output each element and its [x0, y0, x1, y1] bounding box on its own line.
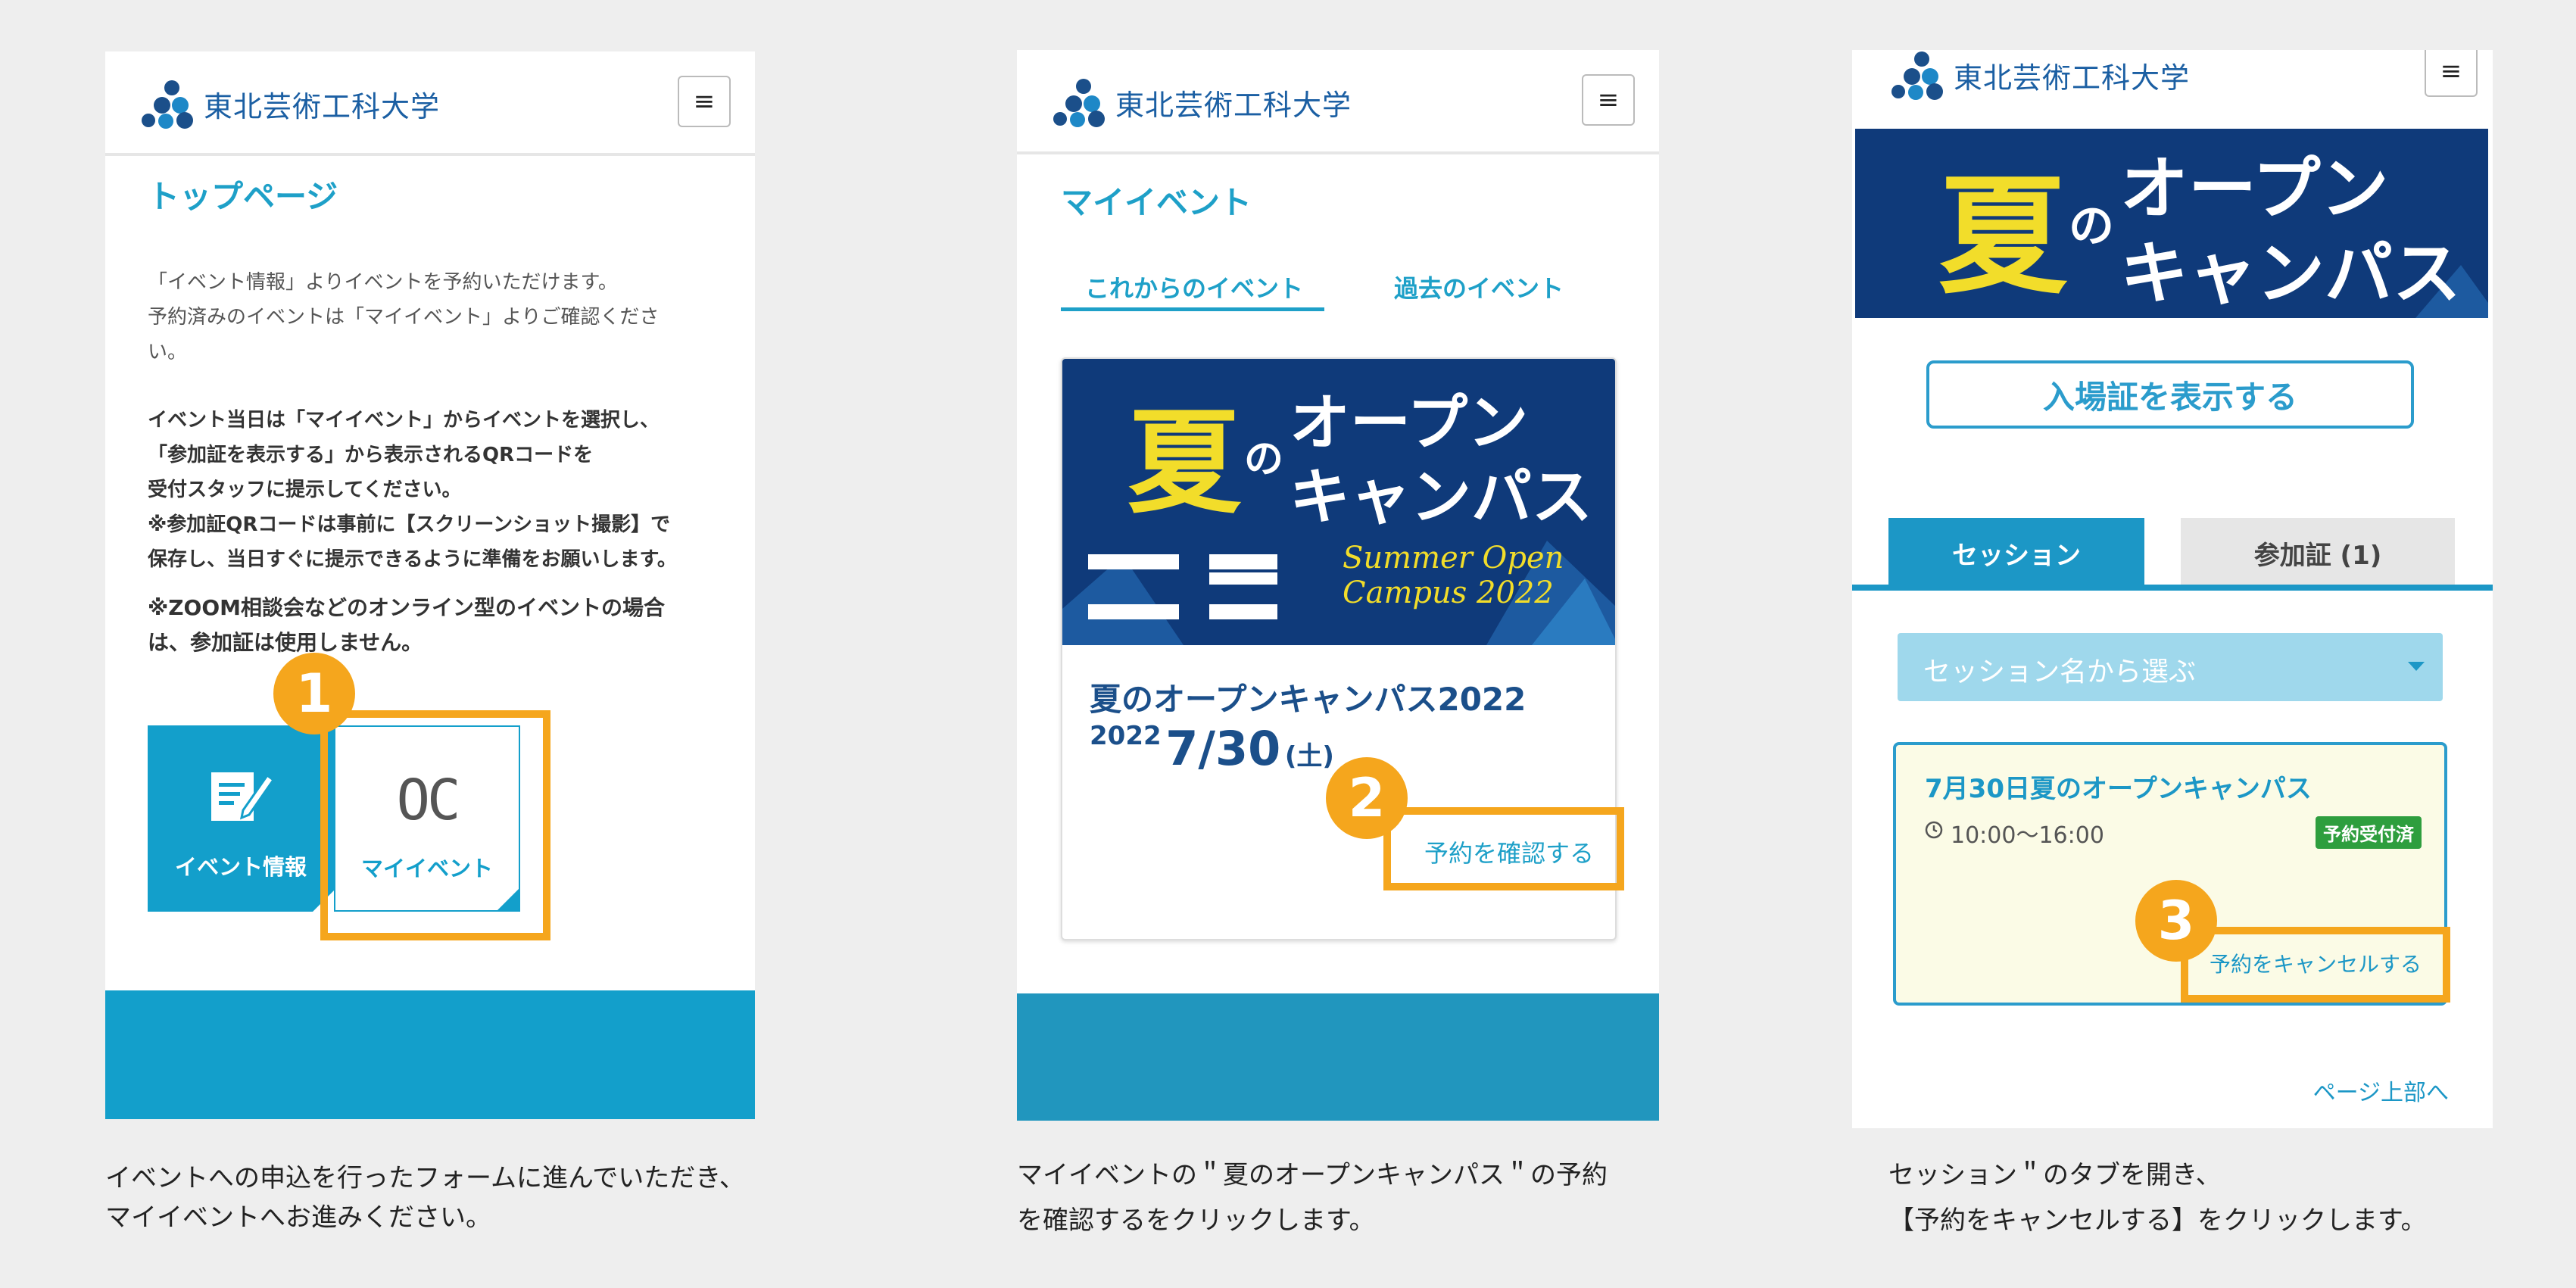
caption-step2: マイイベントの＂夏のオープンキャンパス＂の予約 を確認するをクリックします。 [1017, 1160, 1608, 1236]
step2-badge: 2 [1326, 757, 1408, 839]
tab-session[interactable]: セッション [1888, 518, 2144, 588]
page-title: マイイベント [1061, 184, 1252, 221]
back-to-top-link[interactable]: ページ上部へ [2313, 1074, 2449, 1107]
banner-big-char: 夏 [1938, 162, 2068, 312]
active-tab-underline [1061, 307, 1324, 311]
hamburger-menu-button[interactable]: ≡ [2425, 50, 2478, 97]
banner-line1: オープン [2120, 149, 2389, 229]
banner-script-text: Summer Open Campus 2022 [1343, 541, 1564, 610]
site-logo[interactable]: 東北芸術工科大学 [1053, 77, 1352, 127]
banner-no-char: の [1244, 437, 1284, 482]
banner-info-blocks [1088, 554, 1277, 619]
footer-band [105, 990, 755, 1119]
event-info-label: イベント情報 [174, 854, 307, 880]
tab-bar-underline [1852, 585, 2493, 591]
hamburger-menu-button[interactable]: ≡ [1582, 74, 1635, 126]
step1-highlight [320, 710, 550, 940]
step3-highlight [2181, 927, 2450, 1003]
banner-line2: キャンパス [1290, 462, 1592, 532]
show-pass-button[interactable]: 入場証を表示する [1926, 360, 2414, 429]
caption-step1: イベントへの申込を行ったフォームに進んでいただき、 マイイベントへお進みください… [105, 1163, 745, 1233]
edit-document-icon [211, 772, 275, 821]
step3-badge: 3 [2135, 880, 2217, 962]
clock-icon [1925, 821, 1943, 839]
event-date: 2022 7/30 (土) [1090, 721, 1334, 776]
logo-mark-icon [1891, 51, 1943, 100]
session-time: 10:00〜16:00 [1951, 822, 2104, 849]
logo-text: 東北芸術工科大学 [1954, 61, 2191, 95]
logo-text: 東北芸術工科大学 [204, 89, 441, 123]
zoom-note: ※ZOOM相談会などのオンライン型のイベントの場合 は、参加証は使用しません。 [148, 595, 665, 655]
logo-text: 東北芸術工科大学 [1115, 88, 1352, 122]
hamburger-icon: ≡ [2440, 56, 2462, 86]
event-day: 7/30 [1165, 721, 1281, 776]
session-select[interactable]: セッション名から選ぶ [1898, 633, 2443, 701]
site-header: 東北芸術工科大学 ≡ [105, 51, 755, 156]
logo-mark-icon [1053, 79, 1105, 127]
banner-big-char: 夏 [1127, 398, 1242, 529]
site-logo[interactable]: 東北芸術工科大学 [142, 79, 440, 129]
event-name: 夏のオープンキャンパス2022 [1090, 681, 1527, 718]
site-logo[interactable]: 東北芸術工科大学 [1891, 50, 2190, 100]
intro-text: 「イベント情報」よりイベントを予約いただけます。 予約済みのイベントは「マイイベ… [148, 271, 660, 363]
banner-line2: キャンパス [2120, 234, 2461, 313]
logo-mark-icon [142, 80, 193, 129]
event-banner-image: 夏 の オープン キャンパス [1855, 129, 2488, 318]
site-header: 東北芸術工科大学 ≡ [1017, 50, 1659, 154]
hamburger-icon: ≡ [693, 86, 716, 117]
screen-my-event: 東北芸術工科大学 ≡ マイイベント これからのイベント 過去のイベント 夏 の … [1017, 50, 1659, 1121]
banner-no-char: の [2069, 200, 2114, 253]
tab-pass[interactable]: 参加証 (1) [2181, 518, 2455, 588]
session-select-placeholder: セッション名から選ぶ [1923, 656, 2197, 688]
tab-upcoming-events[interactable]: これからのイベント [1085, 270, 1303, 304]
status-badge: 予約受付済 [2316, 816, 2422, 849]
event-info-tile[interactable]: イベント情報 [148, 725, 334, 912]
page-title: トップページ [148, 178, 338, 215]
hamburger-menu-button[interactable]: ≡ [678, 76, 731, 127]
screen-event-detail: 東北芸術工科大学 ≡ 夏 の オープン キャンパス 入場証を表示する セッション… [1852, 50, 2493, 1128]
site-header: 東北芸術工科大学 ≡ [1852, 50, 2493, 130]
caption-step3: セッション＂のタブを開き、 【予約をキャンセルする】をクリックします。 [1888, 1160, 2427, 1236]
screen-top-page: 東北芸術工科大学 ≡ トップページ 「イベント情報」よりイベントを予約いただけま… [105, 51, 755, 1119]
session-title: 7月30日夏のオープンキャンパス [1925, 774, 2312, 804]
event-weekday: (土) [1284, 741, 1334, 772]
event-day-instructions: イベント当日は「マイイベント」からイベントを選択し、 「参加証を表示する」から表… [148, 409, 677, 571]
footer-band [1017, 993, 1659, 1121]
tab-past-events[interactable]: 過去のイベント [1394, 270, 1564, 304]
step2-highlight [1383, 807, 1624, 890]
hamburger-icon: ≡ [1597, 85, 1620, 115]
event-year: 2022 [1090, 721, 1162, 751]
step1-badge: 1 [273, 653, 355, 734]
event-banner-image: 夏 の オープン キャンパス Summer Open Campus 2022 [1062, 359, 1615, 645]
chevron-down-icon [2408, 662, 2425, 671]
